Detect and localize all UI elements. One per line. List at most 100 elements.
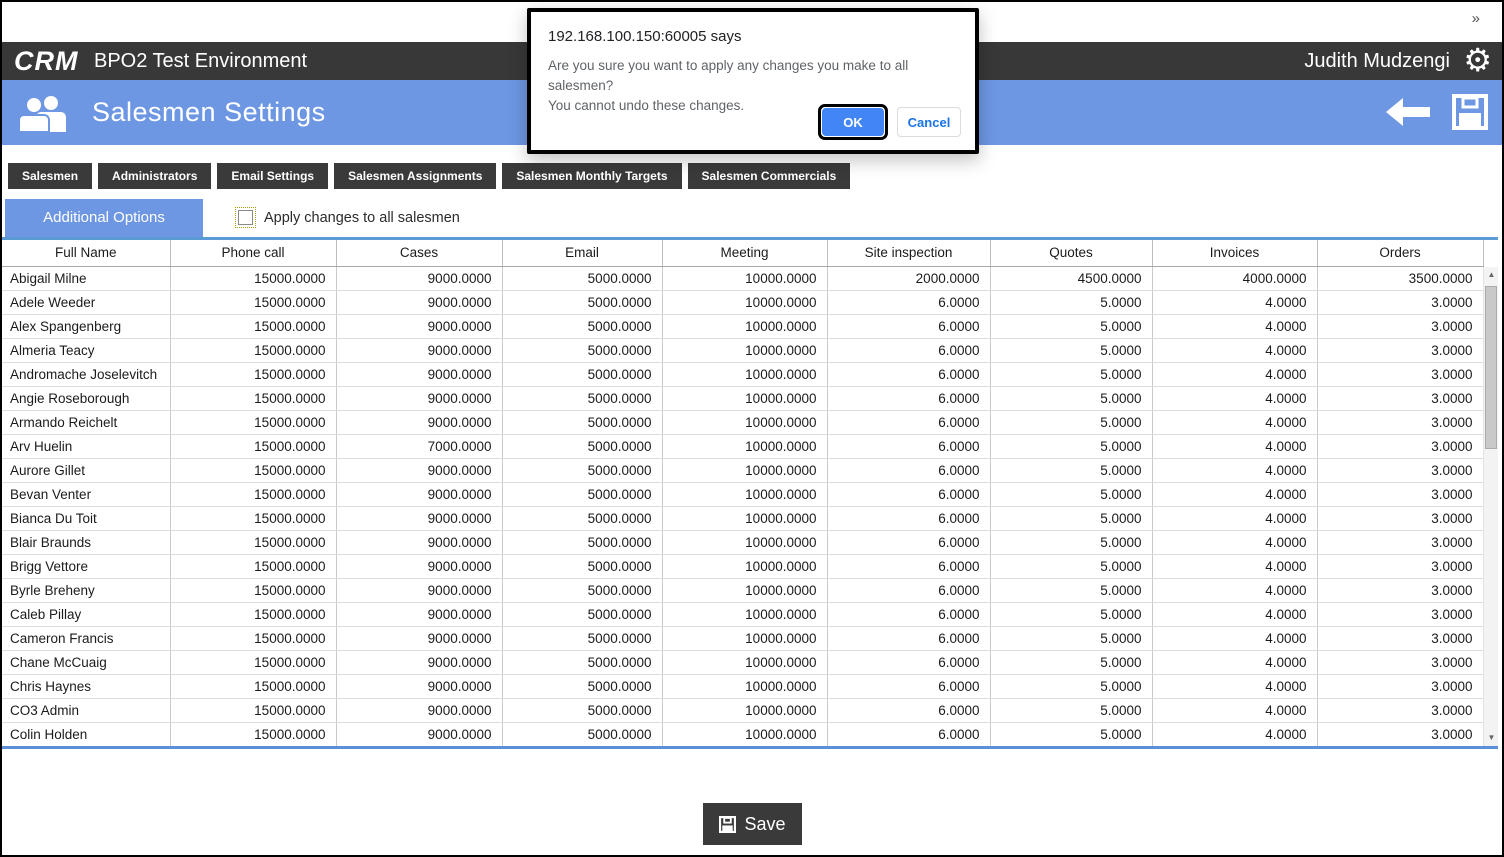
cell-value[interactable]: 3.0000: [1317, 362, 1484, 387]
cell-value[interactable]: 3.0000: [1317, 698, 1484, 723]
cell-value[interactable]: 3500.0000: [1317, 266, 1484, 291]
cell-value[interactable]: 9000.0000: [336, 506, 503, 531]
cell-value[interactable]: 4.0000: [1152, 458, 1318, 483]
cell-value[interactable]: 5000.0000: [502, 674, 663, 699]
cell-value[interactable]: 4.0000: [1152, 362, 1318, 387]
cell-value[interactable]: 10000.0000: [662, 650, 828, 675]
cell-value[interactable]: 4500.0000: [990, 266, 1153, 291]
cell-value[interactable]: 3.0000: [1317, 650, 1484, 675]
table-row[interactable]: Caleb Pillay 15000.0000 9000.0000 5000.0000…: [2, 602, 1484, 627]
cell-value[interactable]: 15000.0000: [170, 482, 337, 507]
cell-value[interactable]: 3.0000: [1317, 626, 1484, 651]
cell-value[interactable]: 6.0000: [827, 458, 991, 483]
cell-value[interactable]: 4.0000: [1152, 290, 1318, 315]
cell-value[interactable]: 5.0000: [990, 530, 1153, 555]
apply-all-label[interactable]: Apply changes to all salesmen: [264, 199, 460, 237]
cell-value[interactable]: 6.0000: [827, 530, 991, 555]
apply-all-checkbox[interactable]: [235, 207, 256, 228]
cell-value[interactable]: 5000.0000: [502, 266, 663, 291]
cell-value[interactable]: 6.0000: [827, 314, 991, 339]
cell-value[interactable]: 9000.0000: [336, 482, 503, 507]
table-row[interactable]: Cameron Francis 15000.0000 9000.0000 5000.0…: [2, 626, 1484, 651]
cell-value[interactable]: 10000.0000: [662, 338, 828, 363]
cell-value[interactable]: 3.0000: [1317, 386, 1484, 411]
cell-value[interactable]: 5.0000: [990, 338, 1153, 363]
cell-value[interactable]: 4.0000: [1152, 698, 1318, 723]
cell-value[interactable]: 10000.0000: [662, 386, 828, 411]
cell-value[interactable]: 4.0000: [1152, 626, 1318, 651]
cell-value[interactable]: 5.0000: [990, 722, 1153, 747]
cell-value[interactable]: 5.0000: [990, 482, 1153, 507]
cell-value[interactable]: 15000.0000: [170, 386, 337, 411]
column-header-quotes[interactable]: Quotes: [990, 240, 1153, 267]
cell-value[interactable]: 4000.0000: [1152, 266, 1318, 291]
table-row[interactable]: Adele Weeder 15000.0000 9000.0000 5000.0000…: [2, 290, 1484, 315]
cell-value[interactable]: 3.0000: [1317, 290, 1484, 315]
cell-value[interactable]: 5000.0000: [502, 386, 663, 411]
cell-value[interactable]: 15000.0000: [170, 722, 337, 747]
scroll-up-icon[interactable]: ▲: [1484, 267, 1499, 283]
cell-value[interactable]: 9000.0000: [336, 458, 503, 483]
cell-value[interactable]: 6.0000: [827, 386, 991, 411]
column-header-orders[interactable]: Orders: [1317, 240, 1484, 267]
cell-value[interactable]: 10000.0000: [662, 578, 828, 603]
cell-value[interactable]: 5000.0000: [502, 722, 663, 747]
cell-value[interactable]: 5000.0000: [502, 482, 663, 507]
cell-value[interactable]: 15000.0000: [170, 578, 337, 603]
cell-value[interactable]: 4.0000: [1152, 530, 1318, 555]
cell-value[interactable]: 9000.0000: [336, 698, 503, 723]
cell-value[interactable]: 9000.0000: [336, 554, 503, 579]
tab-salesmen-monthly-targets[interactable]: Salesmen Monthly Targets: [502, 163, 682, 189]
table-row[interactable]: Alex Spangenberg 15000.0000 9000.0000 5000.…: [2, 314, 1484, 339]
cell-value[interactable]: 15000.0000: [170, 554, 337, 579]
cell-value[interactable]: 3.0000: [1317, 434, 1484, 459]
cell-value[interactable]: 6.0000: [827, 602, 991, 627]
cell-value[interactable]: 5.0000: [990, 290, 1153, 315]
cell-value[interactable]: 4.0000: [1152, 410, 1318, 435]
cell-value[interactable]: 15000.0000: [170, 458, 337, 483]
cell-value[interactable]: 10000.0000: [662, 290, 828, 315]
cell-value[interactable]: 5.0000: [990, 698, 1153, 723]
cell-value[interactable]: 5.0000: [990, 458, 1153, 483]
cell-value[interactable]: 2000.0000: [827, 266, 991, 291]
cell-value[interactable]: 5000.0000: [502, 410, 663, 435]
table-row[interactable]: Colin Holden 15000.0000 9000.0000 5000.0000…: [2, 722, 1484, 747]
table-row[interactable]: Bianca Du Toit 15000.0000 9000.0000 5000.00…: [2, 506, 1484, 531]
cell-value[interactable]: 9000.0000: [336, 386, 503, 411]
cell-value[interactable]: 4.0000: [1152, 722, 1318, 747]
save-button[interactable]: Save: [703, 803, 802, 845]
cell-value[interactable]: 6.0000: [827, 482, 991, 507]
cell-value[interactable]: 6.0000: [827, 410, 991, 435]
cell-value[interactable]: 9000.0000: [336, 266, 503, 291]
cell-value[interactable]: 5000.0000: [502, 578, 663, 603]
cell-value[interactable]: 5000.0000: [502, 458, 663, 483]
cell-value[interactable]: 5000.0000: [502, 338, 663, 363]
cell-value[interactable]: 5000.0000: [502, 554, 663, 579]
cell-value[interactable]: 5.0000: [990, 554, 1153, 579]
cell-value[interactable]: 4.0000: [1152, 674, 1318, 699]
cell-value[interactable]: 5.0000: [990, 506, 1153, 531]
gear-icon[interactable]: ⚙: [1463, 40, 1492, 80]
cell-value[interactable]: 15000.0000: [170, 530, 337, 555]
cell-value[interactable]: 9000.0000: [336, 722, 503, 747]
table-row[interactable]: Angie Roseborough 15000.0000 9000.0000 5000…: [2, 386, 1484, 411]
table-row[interactable]: Chane McCuaig 15000.0000 9000.0000 5000.000…: [2, 650, 1484, 675]
cell-value[interactable]: 3.0000: [1317, 530, 1484, 555]
save-icon[interactable]: [1452, 94, 1488, 130]
table-scrollbar[interactable]: ▲ ▼: [1483, 267, 1498, 746]
cell-value[interactable]: 4.0000: [1152, 650, 1318, 675]
cell-value[interactable]: 15000.0000: [170, 362, 337, 387]
cell-value[interactable]: 5000.0000: [502, 698, 663, 723]
cell-value[interactable]: 3.0000: [1317, 602, 1484, 627]
cell-value[interactable]: 5.0000: [990, 626, 1153, 651]
cell-value[interactable]: 6.0000: [827, 290, 991, 315]
cell-value[interactable]: 4.0000: [1152, 386, 1318, 411]
cell-value[interactable]: 10000.0000: [662, 434, 828, 459]
cell-value[interactable]: 5.0000: [990, 410, 1153, 435]
tab-administrators[interactable]: Administrators: [98, 163, 212, 189]
cell-value[interactable]: 3.0000: [1317, 410, 1484, 435]
cell-value[interactable]: 6.0000: [827, 554, 991, 579]
cell-value[interactable]: 5.0000: [990, 362, 1153, 387]
cell-value[interactable]: 5000.0000: [502, 362, 663, 387]
cell-value[interactable]: 15000.0000: [170, 602, 337, 627]
